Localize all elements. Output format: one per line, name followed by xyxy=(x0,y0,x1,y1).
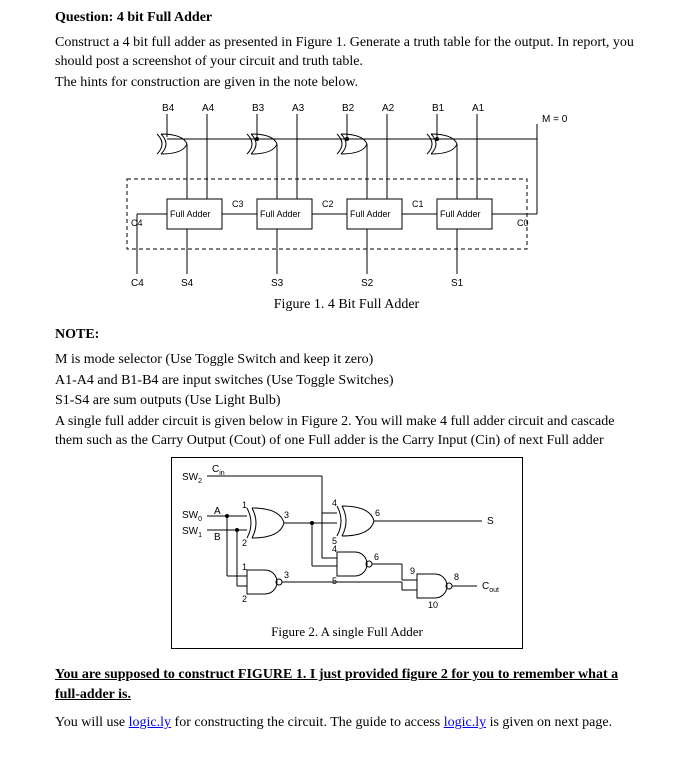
figure2-caption: Figure 2. A single Full Adder xyxy=(271,624,423,639)
label-a2: A2 xyxy=(382,103,395,114)
logicly-link-1[interactable]: logic.ly xyxy=(129,715,171,730)
svg-text:10: 10 xyxy=(428,600,438,610)
instruction-text-1: You will use xyxy=(55,715,129,730)
label-m: M = 0 xyxy=(542,114,568,125)
instruction-text-2: for constructing the circuit. The guide … xyxy=(171,715,444,730)
figure-2-diagram: SW2 Cin SW0 SW1 A B 1 2 3 4 5 6 S 1 2 3 … xyxy=(171,457,523,649)
label-c1: C1 xyxy=(412,199,424,209)
svg-text:3: 3 xyxy=(284,510,289,520)
label-a: A xyxy=(214,506,221,517)
note-title: NOTE: xyxy=(55,327,638,343)
svg-text:8: 8 xyxy=(454,572,459,582)
svg-text:2: 2 xyxy=(242,538,247,548)
label-b1: B1 xyxy=(432,103,445,114)
label-b4: B4 xyxy=(162,103,175,114)
label-c3: C3 xyxy=(232,199,244,209)
out-c4: C4 xyxy=(131,278,144,289)
svg-text:Full Adder: Full Adder xyxy=(260,209,301,219)
svg-text:3: 3 xyxy=(284,570,289,580)
figure1-caption: Figure 1. 4 Bit Full Adder xyxy=(55,297,638,313)
svg-text:5: 5 xyxy=(332,576,337,586)
svg-text:1: 1 xyxy=(242,562,247,572)
svg-text:6: 6 xyxy=(374,552,379,562)
label-s: S xyxy=(487,516,494,527)
label-cout: Cout xyxy=(482,581,499,594)
label-b2: B2 xyxy=(342,103,355,114)
out-s2: S2 xyxy=(361,278,374,289)
svg-text:2: 2 xyxy=(242,594,247,604)
question-paragraph-2: The hints for construction are given in … xyxy=(55,74,638,93)
out-s4: S4 xyxy=(181,278,194,289)
logicly-link-2[interactable]: logic.ly xyxy=(444,715,486,730)
instruction-text-3: is given on next page. xyxy=(486,715,612,730)
instruction-bold: You are supposed to construct FIGURE 1. … xyxy=(55,665,638,704)
question-title: Question: 4 bit Full Adder xyxy=(55,10,638,26)
svg-text:1: 1 xyxy=(242,500,247,510)
svg-text:Full Adder: Full Adder xyxy=(350,209,391,219)
note-line-1: M is mode selector (Use Toggle Switch an… xyxy=(55,351,638,370)
label-c0: C0 xyxy=(517,218,529,228)
label-b3: B3 xyxy=(252,103,265,114)
label-a3: A3 xyxy=(292,103,305,114)
svg-text:Full Adder: Full Adder xyxy=(440,209,481,219)
note-line-2: A1-A4 and B1-B4 are input switches (Use … xyxy=(55,372,638,391)
label-cin: Cin xyxy=(212,464,225,477)
label-b: B xyxy=(214,532,221,543)
label-sw2: SW2 xyxy=(182,472,202,485)
svg-text:4: 4 xyxy=(332,544,337,554)
label-sw0: SW0 xyxy=(182,510,202,523)
label-a1: A1 xyxy=(472,103,485,114)
label-sw1: SW1 xyxy=(182,526,202,539)
svg-text:6: 6 xyxy=(375,508,380,518)
figure-1-diagram: B4 A4 B3 A3 B2 A2 B1 A1 M = 0 Full Adder… xyxy=(117,99,577,289)
label-a4: A4 xyxy=(202,103,215,114)
svg-text:4: 4 xyxy=(332,498,337,508)
out-s1: S1 xyxy=(451,278,464,289)
note-line-4: A single full adder circuit is given bel… xyxy=(55,413,638,451)
label-c4-mid: C4 xyxy=(131,218,143,228)
label-c2: C2 xyxy=(322,199,334,209)
question-paragraph-1: Construct a 4 bit full adder as presente… xyxy=(55,34,638,72)
out-s3: S3 xyxy=(271,278,284,289)
bit4-group: Full Adder xyxy=(157,114,222,274)
svg-text:Full Adder: Full Adder xyxy=(170,209,211,219)
svg-text:9: 9 xyxy=(410,566,415,576)
note-line-3: S1-S4 are sum outputs (Use Light Bulb) xyxy=(55,392,638,411)
instruction-last: You will use logic.ly for constructing t… xyxy=(55,714,638,733)
